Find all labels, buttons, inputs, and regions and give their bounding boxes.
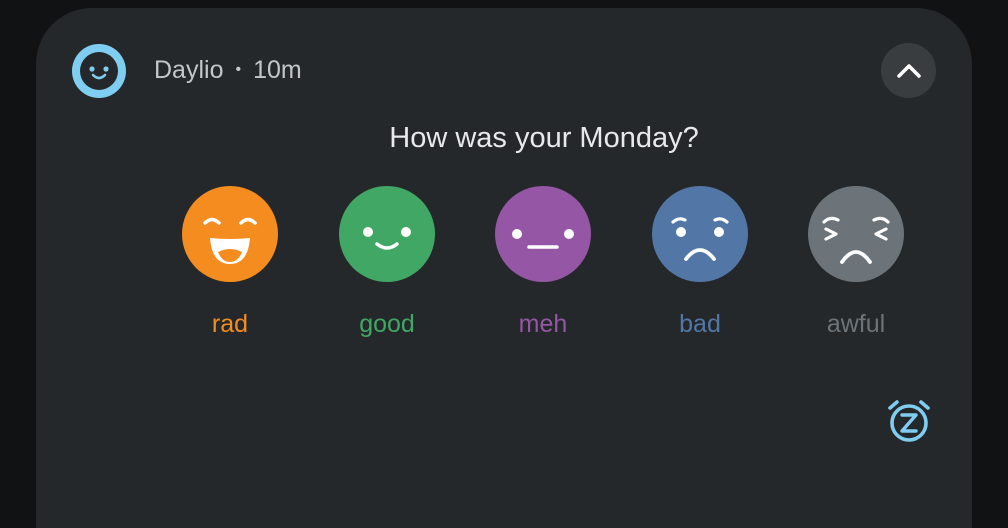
mood-option-meh[interactable]: meh — [488, 186, 598, 339]
daylio-app-icon — [72, 44, 126, 98]
rad-face-icon — [182, 186, 278, 282]
notification-header: Daylio • 10m — [154, 53, 302, 87]
snooze-alarm-icon[interactable] — [886, 398, 932, 444]
bad-face-icon — [652, 186, 748, 282]
mood-label-good: good — [359, 310, 415, 338]
mood-label-rad: rad — [211, 310, 249, 338]
notification-time: 10m — [253, 55, 302, 84]
good-face-icon — [339, 186, 435, 282]
notification-card[interactable]: Daylio • 10m How was your Monday? rad go… — [36, 8, 972, 528]
mood-question: How was your Monday? — [389, 122, 699, 154]
mood-label-awful: awful — [826, 310, 886, 338]
mood-option-awful[interactable]: awful — [801, 186, 911, 339]
chevron-up-icon — [896, 63, 921, 78]
collapse-button[interactable] — [881, 43, 936, 98]
mood-option-bad[interactable]: bad — [645, 186, 755, 339]
mood-option-good[interactable]: good — [332, 186, 442, 339]
mood-option-rad[interactable]: rad — [175, 186, 285, 339]
awful-face-icon — [808, 186, 904, 282]
mood-label-meh: meh — [518, 310, 568, 338]
app-name: Daylio — [154, 55, 224, 84]
meh-face-icon — [495, 186, 591, 282]
header-separator: • — [235, 61, 242, 78]
mood-label-bad: bad — [679, 310, 721, 338]
